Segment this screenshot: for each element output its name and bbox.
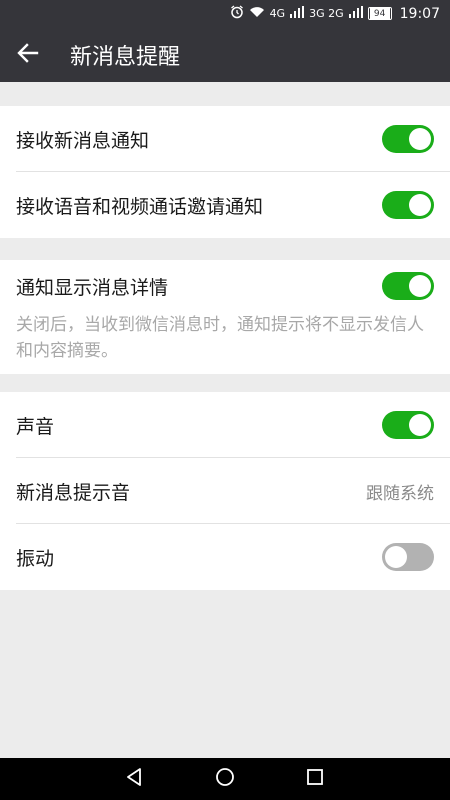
wifi-icon: [249, 6, 265, 22]
row-label: 接收语音和视频通话邀请通知: [16, 195, 264, 218]
receive-new-messages-toggle[interactable]: [382, 125, 434, 153]
signal-3g-label: 3G 2G: [309, 7, 344, 20]
signal-4g-label: 4G: [269, 7, 286, 20]
show-message-details-toggle[interactable]: [382, 272, 434, 300]
nav-recent-button[interactable]: [295, 759, 335, 799]
arrow-left-icon: [17, 42, 39, 68]
sound-toggle[interactable]: [382, 411, 434, 439]
row-label: 通知显示消息详情: [16, 276, 169, 299]
circle-home-icon: [215, 767, 235, 791]
battery-level: 94: [369, 8, 390, 19]
nav-home-button[interactable]: [205, 759, 245, 799]
battery-icon: 94: [367, 7, 392, 20]
square-recent-icon: [306, 768, 324, 790]
toggle-knob: [385, 546, 407, 568]
sound-group: 声音 新消息提示音 跟随系统 振动: [0, 392, 450, 590]
toggle-knob: [409, 194, 431, 216]
toggle-knob: [409, 414, 431, 436]
notification-group: 接收新消息通知 接收语音和视频通话邀请通知: [0, 106, 450, 238]
details-group: 通知显示消息详情 关闭后，当收到微信消息时，通知提示将不显示发信人和内容摘要。: [0, 260, 450, 374]
signal-icon-2: [348, 5, 363, 22]
toggle-knob: [409, 128, 431, 150]
row-sound[interactable]: 声音: [0, 392, 450, 458]
row-vibration[interactable]: 振动: [0, 524, 450, 590]
back-button[interactable]: [0, 27, 56, 82]
status-time: 19:07: [399, 5, 440, 22]
row-label: 接收新消息通知: [16, 129, 150, 152]
row-label: 新消息提示音: [16, 481, 131, 504]
row-show-message-details[interactable]: 通知显示消息详情: [0, 260, 450, 312]
title-bar: 新消息提醒: [0, 27, 450, 82]
row-notification-sound[interactable]: 新消息提示音 跟随系统: [0, 458, 450, 524]
page-title: 新消息提醒: [70, 44, 181, 70]
notification-sound-value: 跟随系统: [366, 483, 434, 504]
signal-icon: [290, 5, 305, 22]
navigation-bar: [0, 758, 450, 800]
vibration-toggle[interactable]: [382, 543, 434, 571]
row-label: 振动: [16, 547, 55, 570]
details-description: 关闭后，当收到微信消息时，通知提示将不显示发信人和内容摘要。: [16, 315, 424, 361]
row-receive-new-messages[interactable]: 接收新消息通知: [0, 106, 450, 172]
triangle-back-icon: [125, 767, 145, 791]
receive-call-invites-toggle[interactable]: [382, 191, 434, 219]
row-label: 声音: [16, 415, 55, 438]
alarm-icon: [230, 4, 244, 23]
row-receive-call-invites[interactable]: 接收语音和视频通话邀请通知: [0, 172, 450, 238]
toggle-knob: [409, 275, 431, 297]
nav-back-button[interactable]: [115, 759, 155, 799]
status-bar: 4G 3G 2G 94 19:07: [0, 0, 450, 27]
